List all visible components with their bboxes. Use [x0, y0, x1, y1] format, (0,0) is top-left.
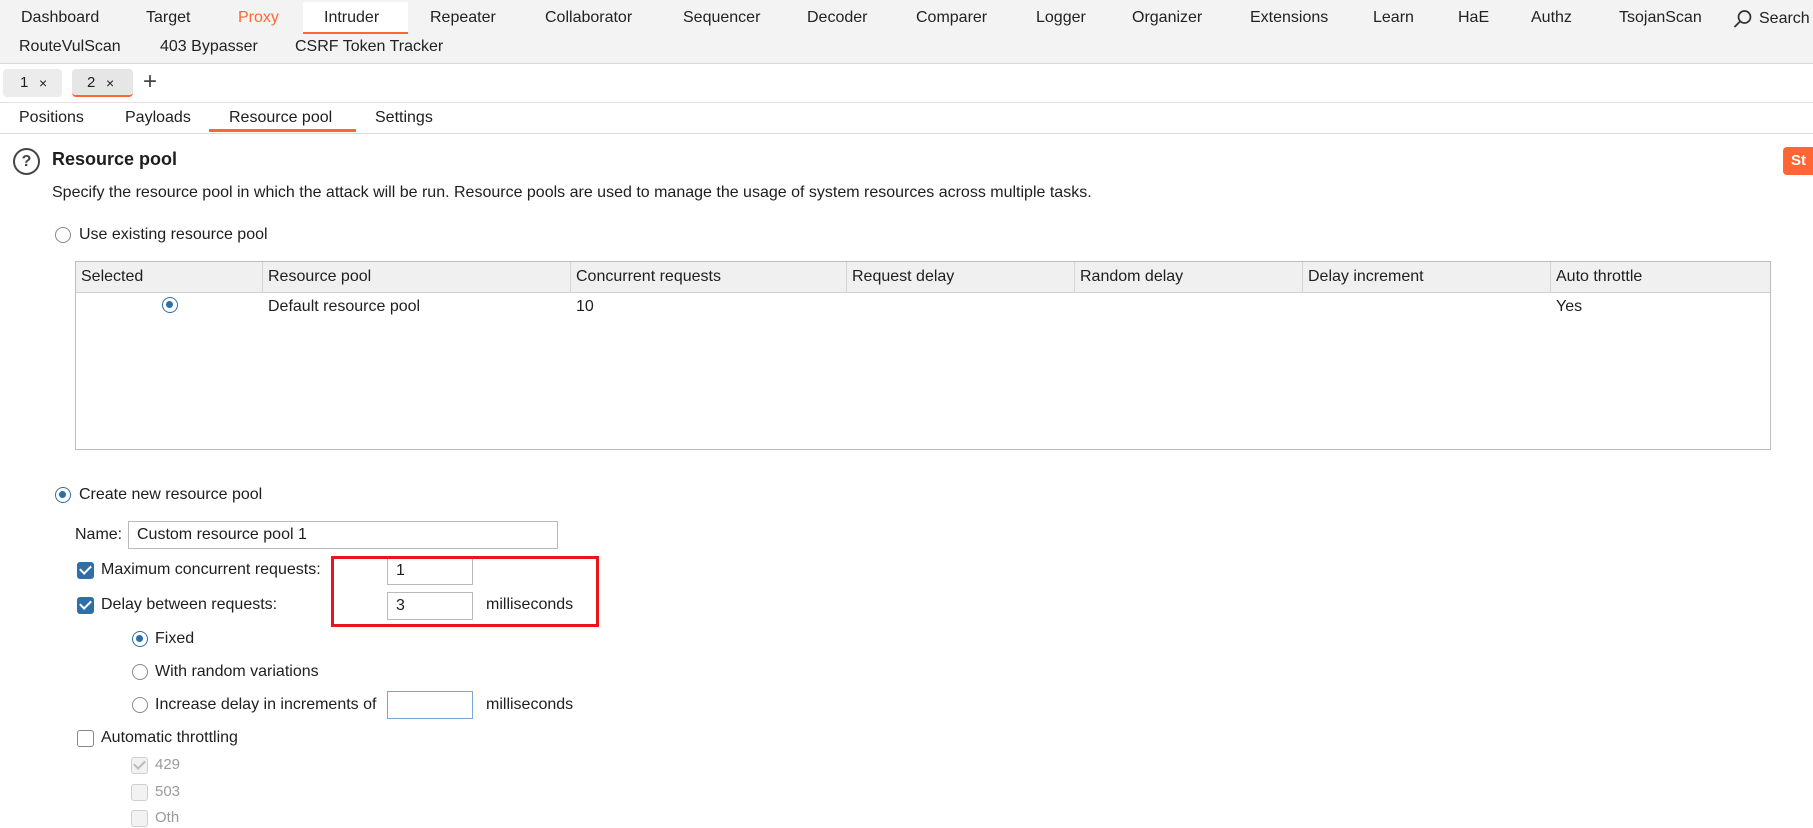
increment-unit-label: milliseconds [486, 696, 574, 713]
nav-target[interactable]: Target [146, 8, 190, 28]
tab-positions[interactable]: Positions [19, 108, 84, 128]
nav-learn[interactable]: Learn [1373, 8, 1414, 28]
column-header-delay-increment[interactable]: Delay increment [1303, 262, 1551, 292]
nav-decoder[interactable]: Decoder [807, 8, 867, 28]
pool-name-input[interactable] [128, 521, 558, 549]
search-icon[interactable] [1733, 9, 1753, 29]
cell-concurrent-requests: 10 [576, 298, 594, 315]
max-concurrent-label: Maximum concurrent requests: [101, 561, 321, 578]
column-header-resource-pool[interactable]: Resource pool [263, 262, 571, 292]
highlight-annotation-box [331, 556, 599, 627]
column-header-auto-throttle[interactable]: Auto throttle [1551, 262, 1770, 292]
nav-tsojanscan[interactable]: TsojanScan [1619, 8, 1702, 28]
top-navigation: Dashboard Target Proxy Intruder Repeater… [0, 0, 1813, 64]
throttle-503-checkbox[interactable] [131, 784, 148, 801]
create-new-label: Create new resource pool [79, 486, 263, 503]
nav-authz[interactable]: Authz [1531, 8, 1572, 28]
auto-throttle-label: Automatic throttling [101, 729, 238, 746]
close-icon[interactable]: × [106, 69, 114, 97]
request-tab-2[interactable]: 2 × [72, 69, 133, 97]
nav-403-bypasser[interactable]: 403 Bypasser [160, 37, 258, 57]
cell-auto-throttle: Yes [1556, 298, 1583, 315]
random-variations-label: With random variations [155, 663, 319, 680]
request-tab-bar: 1 × 2 × + [0, 64, 1813, 103]
page-title: Resource pool [52, 149, 178, 169]
table-header: Selected Resource pool Concurrent reques… [76, 262, 1770, 293]
fixed-label: Fixed [155, 630, 195, 647]
add-tab-icon[interactable]: + [143, 67, 157, 97]
tab-resource-pool[interactable]: Resource pool [229, 108, 332, 128]
nav-hae[interactable]: HaE [1458, 8, 1489, 28]
active-subtab-underline [209, 129, 356, 132]
start-attack-button[interactable]: St [1783, 147, 1813, 175]
random-variations-radio[interactable] [132, 664, 148, 680]
throttle-429-label: 429 [155, 756, 181, 773]
use-existing-radio[interactable] [55, 227, 71, 243]
nav-intruder[interactable]: Intruder [324, 8, 379, 28]
column-header-selected[interactable]: Selected [76, 262, 263, 292]
name-label: Name: [75, 526, 123, 543]
close-icon[interactable]: × [39, 69, 47, 97]
nav-collaborator[interactable]: Collaborator [545, 8, 632, 28]
section-description: Specify the resource pool in which the a… [52, 184, 1092, 201]
nav-routevulscan[interactable]: RouteVulScan [19, 37, 121, 57]
nav-dashboard[interactable]: Dashboard [21, 8, 99, 28]
increment-input[interactable] [387, 691, 473, 719]
nav-extensions[interactable]: Extensions [1250, 8, 1328, 28]
nav-search[interactable]: Search [1759, 9, 1810, 29]
resource-pool-table: Selected Resource pool Concurrent reques… [75, 261, 1771, 450]
delay-between-checkbox[interactable] [77, 597, 94, 614]
delay-between-label: Delay between requests: [101, 596, 278, 613]
column-header-concurrent-requests[interactable]: Concurrent requests [571, 262, 847, 292]
create-new-radio[interactable] [55, 487, 71, 503]
nav-logger[interactable]: Logger [1036, 8, 1086, 28]
nav-repeater[interactable]: Repeater [430, 8, 496, 28]
nav-organizer[interactable]: Organizer [1132, 8, 1202, 28]
throttle-other-checkbox[interactable] [131, 810, 148, 827]
request-tab-1[interactable]: 1 × [3, 69, 62, 97]
nav-csrf-token-tracker[interactable]: CSRF Token Tracker [295, 37, 443, 57]
help-icon[interactable]: ? [13, 148, 40, 175]
request-tab-1-label: 1 [20, 74, 29, 91]
tab-settings[interactable]: Settings [375, 108, 433, 128]
auto-throttle-checkbox[interactable] [77, 730, 94, 747]
throttle-other-label: Oth [155, 809, 180, 826]
throttle-503-label: 503 [155, 783, 181, 800]
increase-delay-radio[interactable] [132, 697, 148, 713]
column-header-request-delay[interactable]: Request delay [847, 262, 1075, 292]
nav-comparer[interactable]: Comparer [916, 8, 987, 28]
tab-payloads[interactable]: Payloads [125, 108, 191, 128]
nav-sequencer[interactable]: Sequencer [683, 8, 760, 28]
max-concurrent-checkbox[interactable] [77, 562, 94, 579]
throttle-429-checkbox[interactable] [131, 757, 148, 774]
row-selected-radio[interactable] [162, 297, 178, 313]
fixed-radio[interactable] [132, 631, 148, 647]
increase-delay-label: Increase delay in increments of [155, 696, 377, 713]
nav-proxy[interactable]: Proxy [238, 8, 279, 28]
request-tab-2-label: 2 [87, 74, 96, 91]
cell-resource-pool: Default resource pool [268, 298, 421, 315]
use-existing-label: Use existing resource pool [79, 226, 268, 243]
column-header-random-delay[interactable]: Random delay [1075, 262, 1303, 292]
